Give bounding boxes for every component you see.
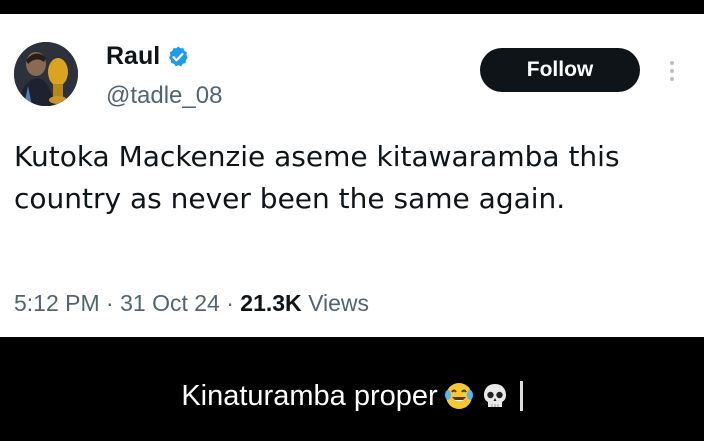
tweet-time[interactable]: 5:12 PM (14, 290, 100, 316)
author-name[interactable]: Raul (106, 42, 160, 71)
face-with-tears-of-joy-icon (444, 381, 474, 411)
author-row: Raul (106, 42, 190, 71)
more-options-icon[interactable] (664, 58, 680, 88)
views-count: 21.3K (240, 290, 302, 316)
skull-icon (480, 381, 510, 411)
avatar[interactable] (14, 42, 78, 106)
tweet-card: Raul @tadle_08 Follow Kutoka Mackenzie a… (0, 14, 704, 337)
text-cursor (519, 381, 523, 411)
avatar-image (14, 42, 78, 106)
views-label: Views (308, 290, 369, 316)
caption-text: Kinaturamba proper (181, 379, 438, 412)
author-handle[interactable]: @tadle_08 (106, 82, 222, 110)
tweet-text: Kutoka Mackenzie aseme kitawaramba this … (14, 140, 620, 215)
tweet-date[interactable]: 31 Oct 24 (120, 290, 220, 316)
follow-button[interactable]: Follow (480, 48, 640, 92)
caption-bar: Kinaturamba proper (0, 337, 704, 441)
top-strip (0, 0, 704, 14)
meta-separator: · (226, 290, 234, 316)
tweet-meta: 5:12 PM · 31 Oct 24 · 21.3K Views (14, 290, 369, 317)
meta-separator: · (106, 290, 114, 316)
verified-badge-icon (166, 45, 190, 69)
